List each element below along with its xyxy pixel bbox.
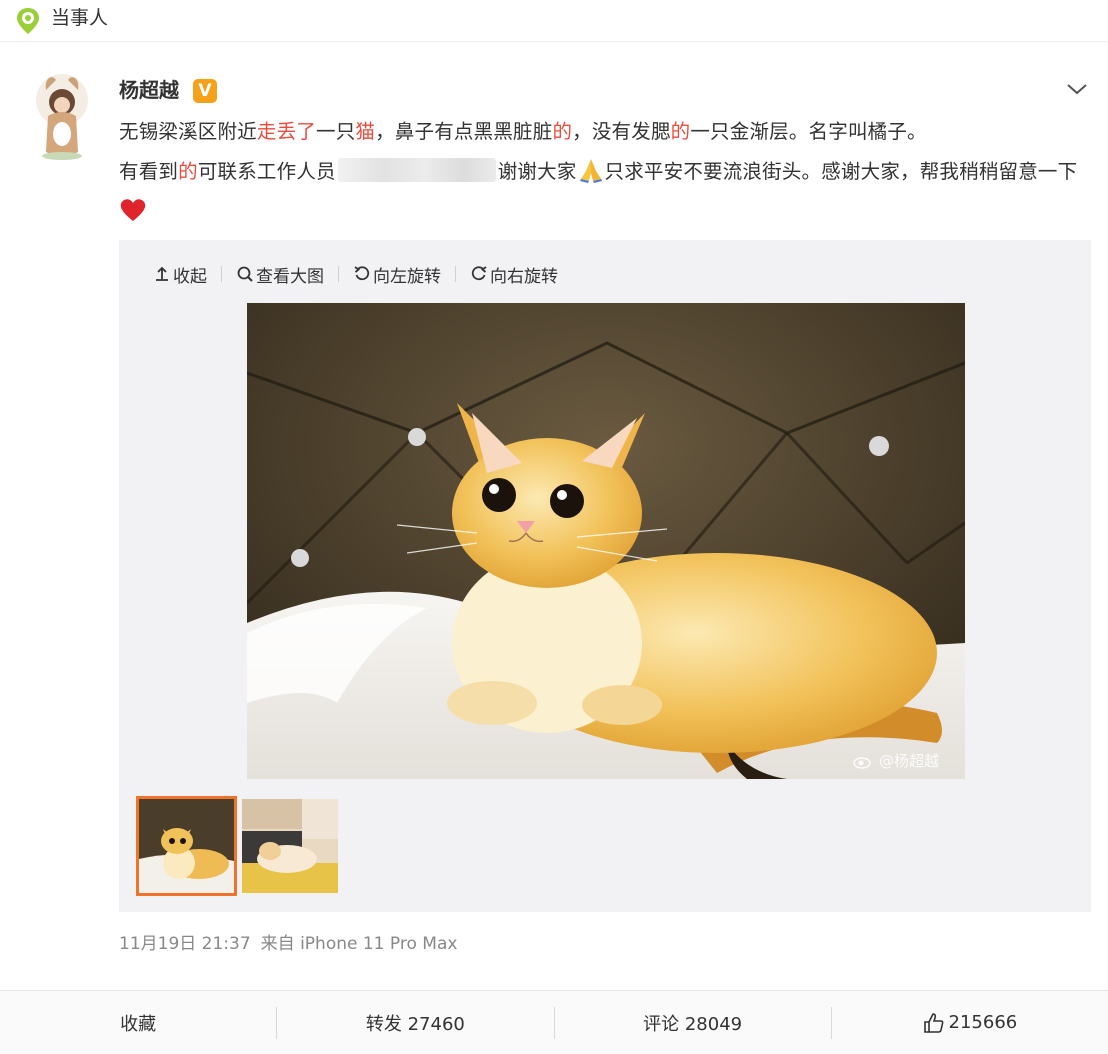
- rotate-left-icon: [354, 266, 370, 281]
- watermark: @杨超越: [853, 750, 939, 771]
- thumbs-up-icon: [923, 1012, 943, 1033]
- media-box: 收起 查看大图 向左旋转 向右旋转 @杨超越: [119, 240, 1091, 912]
- top-bar: 当事人: [0, 0, 1108, 42]
- rotate-right-icon: [471, 266, 487, 281]
- comment-button[interactable]: 评论 28049: [555, 1010, 831, 1036]
- thumbnail-cat-lying-image: [242, 799, 338, 893]
- cat-photo: [247, 303, 965, 779]
- rotate-right-button[interactable]: 向右旋转: [470, 262, 558, 287]
- weibo-logo-icon: [853, 756, 871, 769]
- arrow-up-icon: [156, 266, 168, 281]
- image-toolbar: 收起 查看大图 向左旋转 向右旋转: [153, 260, 558, 288]
- page-title: 当事人: [51, 7, 109, 29]
- repost-button[interactable]: 转发 27460: [277, 1010, 553, 1036]
- post-source: 来自 iPhone 11 Pro Max: [260, 934, 458, 954]
- thumbnail-2[interactable]: [242, 799, 338, 893]
- favorite-button[interactable]: 收藏: [0, 1010, 276, 1036]
- thumbnail-cat-image: [139, 799, 234, 893]
- avatar[interactable]: [32, 72, 92, 162]
- thumbnail-1[interactable]: [136, 796, 237, 896]
- chevron-down-icon[interactable]: [1066, 80, 1088, 98]
- username[interactable]: 杨超越: [119, 76, 179, 104]
- rotate-left-button[interactable]: 向左旋转: [353, 262, 441, 287]
- post-text: 无锡梁溪区附近走丢了一只猫，鼻子有点黑黑脏脏的，没有发腮的一只金渐层。名字叫橘子…: [119, 112, 1099, 232]
- pray-emoji-icon: [579, 159, 602, 183]
- view-large-button[interactable]: 查看大图: [236, 262, 324, 287]
- like-button[interactable]: 215666: [832, 1012, 1108, 1034]
- redacted-contact: [337, 158, 496, 182]
- magnifier-icon: [237, 266, 253, 282]
- main-photo[interactable]: [247, 303, 965, 779]
- action-bar: 收藏 转发 27460 评论 28049 215666: [0, 990, 1108, 1054]
- post-meta: 11月19日 21:37 来自 iPhone 11 Pro Max: [119, 929, 457, 954]
- location-pin-icon: [17, 8, 39, 34]
- post-time[interactable]: 11月19日 21:37: [119, 929, 251, 954]
- verified-badge-icon: V: [193, 79, 217, 103]
- heart-emoji-icon: [120, 199, 146, 221]
- collapse-button[interactable]: 收起: [153, 262, 207, 287]
